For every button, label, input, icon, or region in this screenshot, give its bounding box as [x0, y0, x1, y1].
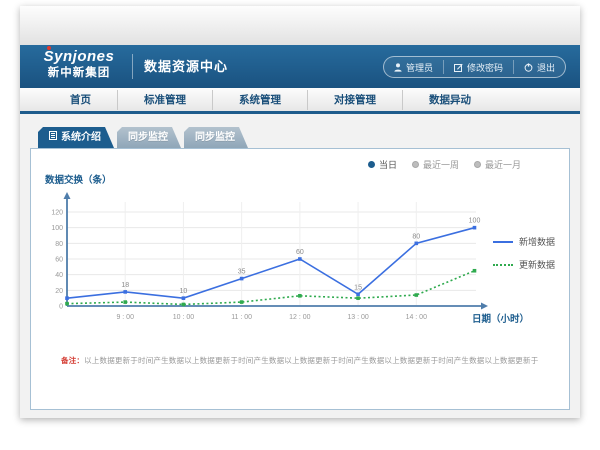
- data-point: [182, 296, 186, 300]
- point-label: 18: [121, 282, 129, 289]
- point-label: 60: [296, 249, 304, 256]
- y-axis-arrow: [64, 192, 71, 199]
- data-point: [240, 300, 244, 304]
- nav-item-standard-mgmt[interactable]: 标准管理: [117, 90, 212, 110]
- legend-line-dotted: [493, 264, 513, 266]
- legend-item-new-data: 新增数据: [493, 235, 555, 248]
- nav-item-data-changes[interactable]: 数据异动: [402, 90, 497, 110]
- tab-system-intro[interactable]: 系统介绍: [38, 127, 114, 148]
- point-label: 15: [354, 284, 362, 291]
- radio-dot: [368, 161, 375, 168]
- x-tick-label: 10 : 00: [173, 314, 195, 321]
- tab-sync-monitor-2[interactable]: 同步监控: [184, 127, 248, 148]
- data-point: [473, 226, 477, 230]
- nav-item-system-mgmt[interactable]: 系统管理: [212, 90, 307, 110]
- user-icon: [394, 63, 402, 72]
- data-point: [182, 303, 186, 307]
- footnote: 备注：以上数据更新于时间产生数据以上数据更新于时间产生数据以上数据更新于时间产生…: [61, 355, 538, 366]
- tab-label: 同步监控: [195, 127, 235, 148]
- change-password-button[interactable]: 修改密码: [443, 60, 513, 74]
- app-title: 数据资源中心: [144, 45, 228, 88]
- page-top-strip: [20, 6, 580, 45]
- chart-legend: 新增数据 更新数据: [493, 235, 555, 281]
- x-axis-arrow: [481, 303, 488, 310]
- data-point: [356, 292, 360, 296]
- data-point: [356, 296, 360, 300]
- x-tick-label: 9 : 00: [116, 314, 134, 321]
- data-point: [65, 296, 69, 300]
- data-point: [414, 293, 418, 297]
- x-axis-title: 日期（小时）: [472, 313, 529, 325]
- logout-button[interactable]: 退出: [513, 60, 565, 74]
- legend-label: 更新数据: [519, 258, 555, 271]
- document-icon: [49, 127, 57, 148]
- page: Synjones 新中新集团 数据资源中心 管理员 修改密码: [20, 6, 580, 418]
- legend-item-updated-data: 更新数据: [493, 258, 555, 271]
- x-tick-label: 13 : 00: [347, 314, 369, 321]
- logo-text-en: Synjones: [44, 49, 115, 64]
- point-label: 35: [238, 269, 246, 276]
- nav-item-home[interactable]: 首页: [44, 90, 117, 110]
- exchange-line-chart: 0 20 40 60 80 100 120 9 : 00 10 : 00 11 : 00 12 : …: [37, 169, 567, 331]
- data-point: [123, 300, 127, 304]
- point-label: 80: [412, 233, 420, 240]
- data-point: [298, 257, 302, 261]
- y-tick-label: 20: [55, 288, 63, 295]
- change-password-label: 修改密码: [467, 61, 503, 74]
- main-nav: 首页 标准管理 系统管理 对接管理 数据异动: [20, 88, 580, 114]
- logo-red-dot: [47, 46, 51, 50]
- x-tick-label: 11 : 00: [231, 314, 252, 321]
- y-tick-label: 40: [55, 272, 63, 279]
- y-axis-title: 数据交换（条）: [44, 174, 112, 186]
- header-divider: [132, 54, 133, 79]
- chart-panel: 当日 最近一周 最近一月 0204060801001209 : 0010 : 0…: [30, 148, 570, 410]
- nav-item-integration-mgmt[interactable]: 对接管理: [307, 90, 402, 110]
- tab-label: 同步监控: [128, 127, 168, 148]
- y-tick-label: 120: [51, 210, 63, 217]
- logout-label: 退出: [537, 61, 555, 74]
- user-label: 管理员: [406, 61, 433, 74]
- data-point: [414, 242, 418, 246]
- tab-bar: 系统介绍 同步监控 同步监控: [38, 127, 580, 148]
- radio-dot: [412, 161, 419, 168]
- user-menu[interactable]: 管理员: [384, 60, 443, 74]
- point-label: 10: [180, 288, 188, 295]
- data-point: [65, 302, 69, 306]
- app-header: Synjones 新中新集团 数据资源中心 管理员 修改密码: [20, 45, 580, 88]
- footnote-label: 备注：: [61, 356, 84, 365]
- footnote-text: 以上数据更新于时间产生数据以上数据更新于时间产生数据以上数据更新于时间产生数据以…: [84, 356, 538, 365]
- data-point: [123, 290, 127, 294]
- y-tick-label: 100: [51, 225, 63, 232]
- x-tick-label: 14 : 00: [406, 314, 428, 321]
- tab-sync-monitor-1[interactable]: 同步监控: [117, 127, 181, 148]
- legend-line-solid: [493, 241, 513, 243]
- y-tick-label: 80: [55, 241, 63, 248]
- power-icon: [524, 63, 533, 72]
- logo[interactable]: Synjones 新中新集团: [36, 49, 122, 80]
- tab-label: 系统介绍: [61, 127, 101, 148]
- radio-dot: [474, 161, 481, 168]
- legend-label: 新增数据: [519, 235, 555, 248]
- data-point: [473, 269, 477, 273]
- point-label: 100: [469, 218, 481, 225]
- edit-icon: [454, 63, 463, 72]
- y-tick-label: 60: [55, 257, 63, 264]
- x-tick-label: 12 : 00: [289, 314, 311, 321]
- logo-text-cn: 新中新集团: [36, 68, 122, 80]
- y-tick-label: 0: [59, 304, 63, 311]
- user-toolbar: 管理员 修改密码 退出: [383, 56, 566, 78]
- data-point: [240, 277, 244, 281]
- data-point: [298, 294, 302, 298]
